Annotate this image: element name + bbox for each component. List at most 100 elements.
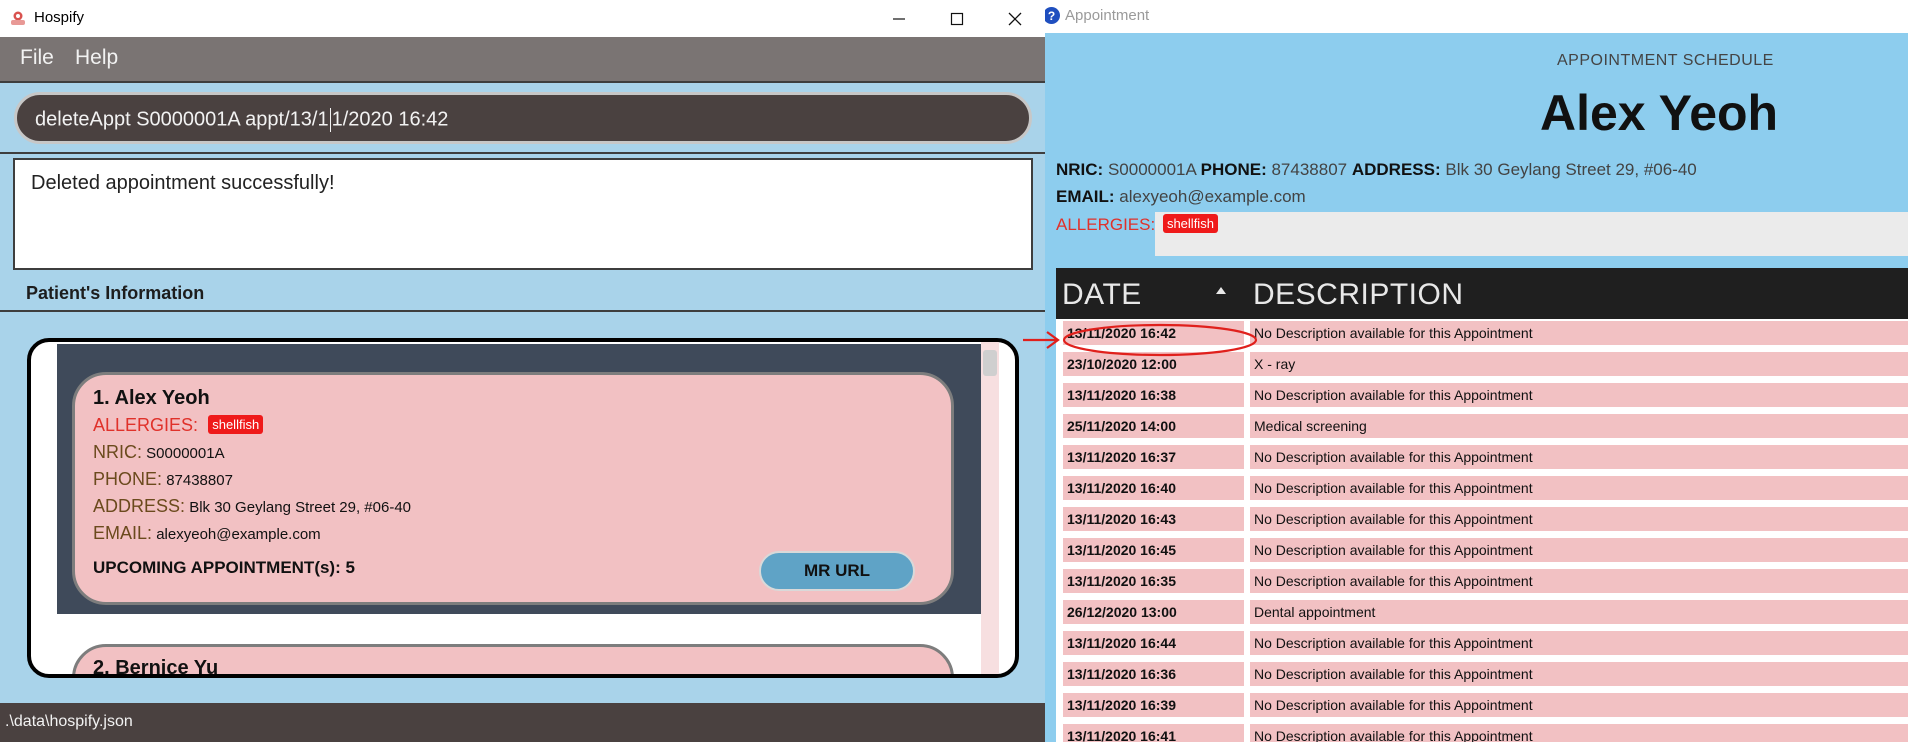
hospify-logo-icon: [11, 11, 25, 25]
address-label: ADDRESS:: [1351, 160, 1441, 179]
appointment-window-title: Appointment: [1065, 7, 1150, 24]
appointment-date: 13/11/2020 16:43: [1063, 507, 1244, 531]
appointment-window: ? Appointment APPOINTMENT SCHEDULE Alex …: [1045, 0, 1908, 742]
appointment-description: No Description available for this Appoin…: [1250, 693, 1908, 717]
appointment-description: No Description available for this Appoin…: [1250, 445, 1908, 469]
menu-file[interactable]: File: [20, 46, 54, 70]
allergy-tag: shellfish: [208, 415, 264, 434]
patient-name: 2. Bernice Yu: [93, 657, 219, 678]
allergies-label: ALLERGIES:: [93, 415, 199, 435]
text-caret: [329, 108, 331, 132]
nric-value: S0000001A: [1107, 160, 1196, 179]
nric-value: S0000001A: [146, 445, 225, 462]
allergy-tag: shellfish: [1162, 214, 1218, 233]
command-text-after-caret: 1/2020 16:42: [331, 108, 449, 131]
scrollbar-thumb[interactable]: [983, 350, 997, 376]
table-row[interactable]: 13/11/2020 16:37 No Description available…: [1056, 443, 1908, 469]
phone-label: PHONE:: [93, 469, 163, 489]
status-bar: .\data\hospify.json: [0, 703, 1045, 742]
mr-url-button[interactable]: MR URL: [759, 551, 915, 591]
appointment-title-bar: ? Appointment: [1045, 0, 1908, 33]
appointment-date: 13/11/2020 16:35: [1063, 569, 1244, 593]
appointment-date: 13/11/2020 16:44: [1063, 631, 1244, 655]
appointment-description: Dental appointment: [1250, 600, 1908, 624]
allergy-field: [1155, 212, 1908, 256]
command-input[interactable]: deleteAppt S0000001A appt/13/1 1/2020 16:…: [14, 92, 1032, 144]
table-row[interactable]: 13/11/2020 16:45 No Description available…: [1056, 536, 1908, 562]
upcoming-appointments: UPCOMING APPOINTMENT(s): 5: [93, 558, 355, 577]
appointment-description: No Description available for this Appoin…: [1250, 724, 1908, 742]
appointment-date: 13/11/2020 16:36: [1063, 662, 1244, 686]
menu-help[interactable]: Help: [75, 46, 118, 70]
close-button[interactable]: [986, 0, 1044, 37]
result-message: Deleted appointment successfully!: [31, 172, 335, 194]
table-row[interactable]: 13/11/2020 16:38 No Description available…: [1056, 381, 1908, 407]
nric-row: NRIC: S0000001A: [93, 442, 225, 463]
appointment-description: No Description available for this Appoin…: [1250, 662, 1908, 686]
column-header-date[interactable]: DATE: [1062, 278, 1142, 312]
table-row[interactable]: 13/11/2020 16:44 No Description available…: [1056, 629, 1908, 655]
data-file-path: .\data\hospify.json: [5, 713, 133, 730]
appointment-description: X - ray: [1250, 352, 1908, 376]
email-row: EMAIL: alexyeoh@example.com: [93, 523, 321, 544]
email-value: alexyeoh@example.com: [156, 526, 321, 543]
appointment-description: No Description available for this Appoin…: [1250, 507, 1908, 531]
appointment-description: Medical screening: [1250, 414, 1908, 438]
appointment-description: No Description available for this Appoin…: [1250, 321, 1908, 345]
section-title: Patient's Information: [26, 283, 205, 303]
appointment-date: 13/11/2020 16:37: [1063, 445, 1244, 469]
table-row[interactable]: 13/11/2020 16:40 No Description available…: [1056, 474, 1908, 500]
patient-name: 1. Alex Yeoh: [93, 387, 210, 409]
appointment-description: No Description available for this Appoin…: [1250, 569, 1908, 593]
phone-value: 87438807: [166, 472, 233, 489]
table-row[interactable]: 13/11/2020 16:36 No Description available…: [1056, 660, 1908, 686]
table-header: DATE DESCRIPTION: [1056, 268, 1908, 319]
table-row[interactable]: 13/11/2020 16:41 No Description available…: [1056, 722, 1908, 742]
table-row[interactable]: 26/12/2020 13:00 Dental appointment: [1056, 598, 1908, 624]
allergies-label: ALLERGIES:: [1056, 215, 1156, 234]
scrollbar[interactable]: [981, 342, 999, 674]
appointment-date: 13/11/2020 16:45: [1063, 538, 1244, 562]
column-header-description[interactable]: DESCRIPTION: [1253, 278, 1464, 312]
appointment-date: 25/11/2020 14:00: [1063, 414, 1244, 438]
address-value: Blk 30 Geylang Street 29, #06-40: [1445, 160, 1697, 179]
hospify-window: Hospify File Help deleteAppt S0000001A a…: [0, 0, 1045, 742]
table-row[interactable]: 13/11/2020 16:35 No Description available…: [1056, 567, 1908, 593]
command-text: deleteAppt S0000001A appt/13/1 1/2020 16:…: [35, 108, 448, 132]
menu-bar: File Help: [0, 37, 1045, 81]
table-row[interactable]: 23/10/2020 12:00 X - ray: [1056, 350, 1908, 376]
appointment-table: DATE DESCRIPTION 13/11/2020 16:42 No Desc…: [1056, 268, 1908, 742]
table-row[interactable]: 13/11/2020 16:42 No Description available…: [1056, 319, 1908, 345]
result-display: Deleted appointment successfully!: [13, 158, 1033, 270]
appointment-description: No Description available for this Appoin…: [1250, 383, 1908, 407]
address-label: ADDRESS:: [93, 496, 186, 516]
address-row: ADDRESS: Blk 30 Geylang Street 29, #06-4…: [93, 496, 411, 517]
maximize-icon: [950, 12, 964, 25]
maximize-button[interactable]: [928, 0, 986, 37]
patient-details-line: NRIC: S0000001A PHONE: 87438807 ADDRESS:…: [1056, 160, 1697, 180]
appointment-date: 23/10/2020 12:00: [1063, 352, 1244, 376]
appointment-date: 13/11/2020 16:42: [1063, 321, 1244, 345]
nric-label: NRIC:: [1056, 160, 1104, 179]
command-text-before-caret: deleteAppt S0000001A appt/13/1: [35, 108, 329, 131]
appointment-description: No Description available for this Appoin…: [1250, 631, 1908, 655]
email-label: EMAIL:: [93, 523, 153, 543]
command-area: deleteAppt S0000001A appt/13/1 1/2020 16:…: [0, 81, 1045, 154]
minimize-icon: [893, 17, 905, 20]
minimize-button[interactable]: [870, 0, 928, 37]
appointment-date: 13/11/2020 16:40: [1063, 476, 1244, 500]
patient-list[interactable]: 1. Alex Yeoh ALLERGIES: shellfish NRIC: …: [27, 338, 1019, 678]
table-row[interactable]: 13/11/2020 16:39 No Description available…: [1056, 691, 1908, 717]
divider: [0, 310, 1045, 312]
appointment-description: No Description available for this Appoin…: [1250, 476, 1908, 500]
patient-card[interactable]: 2. Bernice Yu: [72, 644, 954, 678]
appointment-description: No Description available for this Appoin…: [1250, 538, 1908, 562]
phone-label: PHONE:: [1200, 160, 1267, 179]
patient-card[interactable]: 1. Alex Yeoh ALLERGIES: shellfish NRIC: …: [72, 372, 954, 605]
schedule-label: APPOINTMENT SCHEDULE: [1557, 52, 1774, 69]
sort-ascending-icon[interactable]: [1216, 287, 1226, 294]
table-row[interactable]: 13/11/2020 16:43 No Description available…: [1056, 505, 1908, 531]
table-row[interactable]: 25/11/2020 14:00 Medical screening: [1056, 412, 1908, 438]
email-value: alexyeoh@example.com: [1119, 187, 1306, 206]
appointment-date: 13/11/2020 16:39: [1063, 693, 1244, 717]
